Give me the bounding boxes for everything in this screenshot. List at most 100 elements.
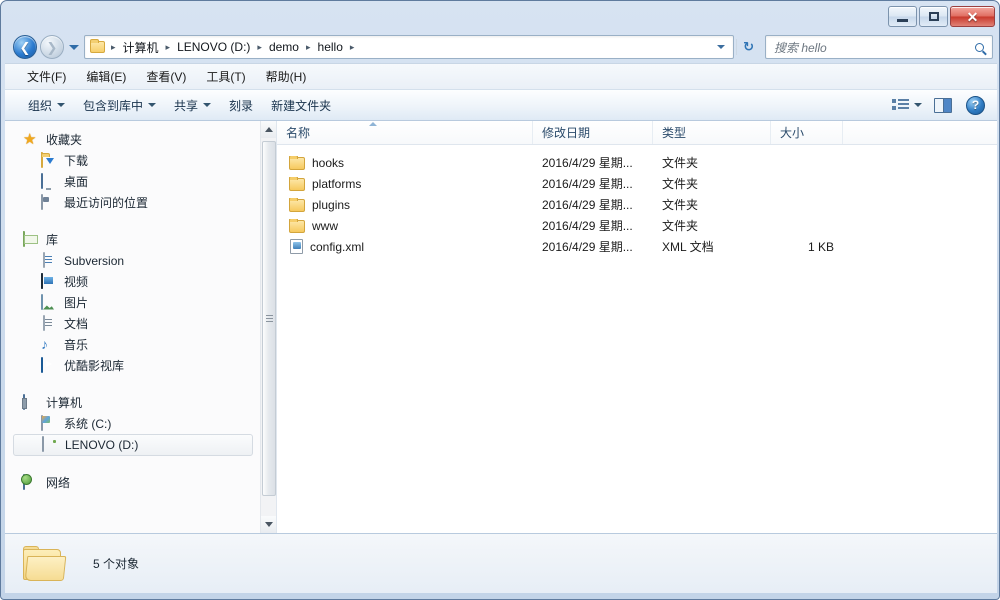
- file-date: 2016/4/29 星期...: [542, 219, 633, 233]
- chevron-down-icon: [203, 103, 212, 107]
- navigation-tree: ★ 收藏夹 下载 桌面 最近访问的位置 库 Subversion 视频 图片 文…: [5, 121, 261, 533]
- table-row[interactable]: config.xml 2016/4/29 星期... XML 文档 1 KB: [277, 236, 997, 257]
- share-button[interactable]: 共享: [165, 93, 220, 118]
- folder-icon: [289, 218, 305, 233]
- menu-item-file[interactable]: 文件(F): [17, 65, 76, 88]
- back-button[interactable]: ❮: [13, 35, 37, 59]
- refresh-button[interactable]: ↻: [736, 39, 760, 55]
- search-box[interactable]: 搜索 hello: [765, 35, 993, 59]
- forward-button[interactable]: ❯: [40, 35, 64, 59]
- search-input[interactable]: 搜索 hello: [774, 39, 975, 56]
- sidebar-item-lenovo-d[interactable]: LENOVO (D:): [13, 434, 253, 456]
- breadcrumb-item-2[interactable]: demo: [265, 38, 303, 56]
- file-rows: hooks 2016/4/29 星期... 文件夹 platforms 2016…: [277, 145, 997, 257]
- downloads-icon: [41, 151, 57, 169]
- preview-pane-icon[interactable]: [934, 97, 952, 113]
- burn-button[interactable]: 刻录: [220, 93, 262, 118]
- scroll-up-button[interactable]: [261, 121, 276, 138]
- column-header-label: 大小: [780, 126, 805, 140]
- scrollbar-thumb[interactable]: [262, 141, 276, 496]
- file-name: plugins: [312, 197, 351, 212]
- file-type: 文件夹: [662, 198, 699, 212]
- address-bar[interactable]: ▸ 计算机 ▸ LENOVO (D:) ▸ demo ▸ hello ▸: [84, 35, 735, 59]
- network-icon: [23, 473, 39, 491]
- include-in-library-button[interactable]: 包含到库中: [74, 93, 165, 118]
- sidebar-item-label: 下载: [64, 154, 89, 168]
- grip-icon: [265, 315, 273, 322]
- open-folder-icon: [23, 545, 67, 582]
- column-header-date[interactable]: 修改日期: [533, 121, 653, 144]
- close-button[interactable]: ✕: [950, 6, 995, 27]
- breadcrumb-item-1[interactable]: LENOVO (D:): [173, 38, 254, 56]
- column-header-size[interactable]: 大小: [771, 121, 843, 144]
- subversion-icon: [41, 251, 57, 269]
- help-icon[interactable]: ?: [966, 95, 985, 115]
- organize-button[interactable]: 组织: [19, 93, 74, 118]
- organize-label: 组织: [28, 98, 53, 113]
- view-mode-chevron-down-icon[interactable]: [914, 103, 922, 107]
- column-headers: 名称 修改日期 类型 大小: [277, 121, 997, 145]
- sidebar-item-recent-places[interactable]: 最近访问的位置: [5, 192, 261, 213]
- sidebar-item-label: 桌面: [64, 175, 89, 189]
- table-row[interactable]: hooks 2016/4/29 星期... 文件夹: [277, 152, 997, 173]
- chevron-down-icon: [265, 522, 273, 527]
- new-folder-button[interactable]: 新建文件夹: [262, 93, 340, 118]
- sidebar-item-videos[interactable]: 视频: [5, 271, 261, 292]
- history-dropdown-icon[interactable]: [69, 44, 79, 50]
- file-type: 文件夹: [662, 156, 699, 170]
- navigation-scrollbar[interactable]: [260, 121, 276, 533]
- column-header-filler: [843, 121, 997, 144]
- sidebar-item-libraries[interactable]: 库: [5, 229, 261, 250]
- file-type: 文件夹: [662, 177, 699, 191]
- sidebar-item-system-c[interactable]: 系统 (C:): [5, 413, 261, 434]
- maximize-button[interactable]: [919, 6, 948, 27]
- pictures-icon: [41, 293, 57, 311]
- sidebar-item-label: 图片: [64, 296, 89, 310]
- breadcrumb-item-3[interactable]: hello: [314, 38, 347, 56]
- command-toolbar: 组织 包含到库中 共享 刻录 新建文件夹 ?: [5, 89, 997, 121]
- sidebar-item-music[interactable]: ♪ 音乐: [5, 334, 261, 355]
- sidebar-item-documents[interactable]: 文档: [5, 313, 261, 334]
- breadcrumb-item-0[interactable]: 计算机: [119, 37, 163, 58]
- sidebar-item-desktop[interactable]: 桌面: [5, 171, 261, 192]
- sidebar-item-downloads[interactable]: 下载: [5, 150, 261, 171]
- search-icon[interactable]: [975, 42, 984, 52]
- maximize-icon: [928, 12, 939, 21]
- column-header-name[interactable]: 名称: [277, 121, 533, 144]
- menu-item-view[interactable]: 查看(V): [136, 65, 196, 88]
- breadcrumb: ▸ 计算机 ▸ LENOVO (D:) ▸ demo ▸ hello ▸: [108, 37, 715, 58]
- sidebar-item-computer[interactable]: 计算机: [5, 392, 261, 413]
- view-mode-icon[interactable]: [892, 98, 910, 112]
- sidebar-item-pictures[interactable]: 图片: [5, 292, 261, 313]
- table-row[interactable]: plugins 2016/4/29 星期... 文件夹: [277, 194, 997, 215]
- sidebar-item-network[interactable]: 网络: [5, 472, 261, 493]
- sidebar-item-favorites[interactable]: ★ 收藏夹: [5, 129, 261, 150]
- sidebar-item-subversion[interactable]: Subversion: [5, 250, 261, 271]
- star-icon: ★: [23, 130, 37, 148]
- menu-item-tools[interactable]: 工具(T): [196, 65, 255, 88]
- menu-item-edit[interactable]: 编辑(E): [76, 65, 136, 88]
- minimize-icon: [897, 18, 908, 22]
- table-row[interactable]: platforms 2016/4/29 星期... 文件夹: [277, 173, 997, 194]
- file-name-cell: hooks: [277, 155, 533, 170]
- sidebar-item-label: 计算机: [46, 396, 83, 410]
- sidebar-item-label: 系统 (C:): [64, 417, 112, 431]
- file-type: XML 文档: [662, 240, 714, 254]
- table-row[interactable]: www 2016/4/29 星期... 文件夹: [277, 215, 997, 236]
- menu-item-help[interactable]: 帮助(H): [256, 65, 317, 88]
- file-type: 文件夹: [662, 219, 699, 233]
- scroll-down-button[interactable]: [261, 516, 276, 533]
- sidebar-item-label: 文档: [64, 317, 89, 331]
- documents-icon: [41, 314, 57, 332]
- address-dropdown-icon[interactable]: [717, 45, 726, 49]
- burn-label: 刻录: [229, 98, 254, 113]
- column-header-type[interactable]: 类型: [653, 121, 771, 144]
- youku-icon: [41, 356, 57, 374]
- chevron-down-icon: [57, 103, 66, 107]
- file-name: hooks: [312, 155, 345, 170]
- breadcrumb-separator: ▸: [111, 41, 116, 52]
- back-arrow-icon: ❮: [19, 39, 31, 55]
- minimize-button[interactable]: [888, 6, 917, 27]
- sidebar-item-youku[interactable]: 优酷影视库: [5, 355, 261, 376]
- file-date: 2016/4/29 星期...: [542, 198, 633, 212]
